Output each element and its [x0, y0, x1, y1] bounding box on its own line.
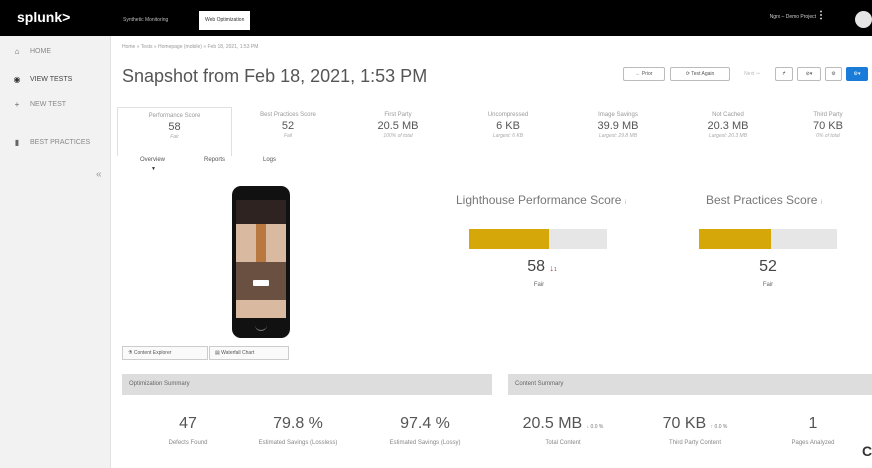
tab-web-optimization[interactable]: Web Optimization	[199, 11, 251, 30]
phone-screenshot[interactable]	[232, 186, 290, 338]
tab-reports[interactable]: Reports	[204, 157, 225, 163]
help-widget-icon[interactable]: C	[862, 443, 872, 459]
sidebar-collapse-icon[interactable]: «	[96, 169, 102, 180]
summary-total-content: 20.5 MB ↓ 0.0 % Total Content	[522, 415, 604, 446]
kebab-menu-icon[interactable]: ⋮	[816, 10, 826, 21]
metric-label: Image Savings	[598, 112, 638, 118]
metric-best-practices-score[interactable]: Best Practices Score 52 Fail	[234, 107, 342, 156]
splunk-logo[interactable]: splunk>	[17, 9, 70, 25]
best-practices-score-title: Best Practices Score i	[706, 193, 823, 207]
project-selector[interactable]: Ngrx – Demo Project	[770, 14, 816, 20]
metric-sub: 100% of total	[383, 133, 413, 139]
sidebar-item-new-test[interactable]: + NEW TEST	[12, 97, 66, 111]
book-icon: ▮	[14, 137, 20, 147]
settings-button[interactable]: ⚙	[825, 67, 842, 81]
plus-icon: +	[14, 99, 20, 109]
metric-value: 70 KB	[813, 120, 843, 132]
lighthouse-score-title: Lighthouse Performance Score i	[456, 193, 627, 207]
best-practices-score-bar	[699, 229, 837, 249]
waterfall-chart-button[interactable]: ▤ Waterfall Chart	[209, 346, 289, 360]
metric-label: Not Cached	[712, 112, 744, 118]
delta-up: ↑ 0.0 %	[710, 424, 728, 430]
metric-label: Third Party	[813, 112, 843, 118]
metric-sub: 0% of total	[816, 133, 840, 139]
avatar[interactable]	[855, 11, 872, 28]
metric-not-cached[interactable]: Not Cached 20.3 MB Largest: 20.3 MB	[674, 107, 782, 156]
share-button[interactable]: ↱	[775, 67, 793, 81]
sidebar-item-label: BEST PRACTICES	[30, 138, 91, 146]
compare-button[interactable]: ⊘▾	[797, 67, 821, 81]
metric-label: Uncompressed	[487, 112, 529, 118]
content-summary-header: Content Summary	[508, 374, 872, 395]
caret-down-icon: ▼	[151, 166, 156, 172]
metric-value: 20.5 MB	[377, 120, 419, 132]
metric-sub: Largest: 20.3 MB	[708, 133, 748, 139]
next-button[interactable]: Next ⇒	[734, 67, 770, 81]
metric-value: 6 KB	[496, 120, 520, 132]
summary-savings-lossless: 79.8 % Estimated Savings (Lossless)	[258, 415, 338, 446]
tab-logs[interactable]: Logs	[263, 157, 276, 163]
sidebar-item-label: NEW TEST	[30, 100, 67, 108]
metric-sub: Largest: 6 KB	[492, 133, 524, 139]
sidebar-item-label: HOME	[30, 47, 51, 55]
metric-third-party[interactable]: Third Party 70 KB 0% of total	[784, 107, 872, 156]
optimization-summary-header: Optimization Summary	[122, 374, 492, 395]
test-again-button[interactable]: ⟳ Test Again	[670, 67, 730, 81]
best-practices-score-value: 52	[759, 258, 777, 275]
lighthouse-score-value: 58 ↓1	[527, 258, 557, 275]
metric-value: 20.3 MB	[707, 120, 749, 132]
metric-value: 39.9 MB	[597, 120, 639, 132]
sidebar-item-label: VIEW TESTS	[30, 75, 73, 83]
summary-defects-found: 47 Defects Found	[168, 415, 208, 446]
breadcrumb[interactable]: Home » Tests » Homepage (mobile) » Feb 1…	[122, 44, 258, 50]
top-nav-bar: splunk> Synthetic Monitoring Web Optimiz…	[0, 0, 872, 36]
options-dropdown-button[interactable]: ⚙▾	[846, 67, 868, 81]
best-practices-score-rating: Fair	[762, 282, 774, 288]
lighthouse-score-bar	[469, 229, 607, 249]
phone-home-indicator	[255, 323, 267, 331]
sidebar: ⌂ HOME ◉ VIEW TESTS + NEW TEST ▮ BEST PR…	[0, 36, 111, 468]
summary-third-party-content: 70 KB ↑ 0.0 % Third Party Content	[662, 415, 728, 446]
metric-value: 52	[281, 120, 295, 132]
sidebar-item-view-tests[interactable]: ◉ VIEW TESTS	[12, 72, 73, 86]
metric-sub: Fail	[283, 133, 293, 139]
sidebar-item-home[interactable]: ⌂ HOME	[12, 44, 51, 58]
tab-synthetic-monitoring[interactable]: Synthetic Monitoring	[117, 11, 174, 30]
metric-performance-score[interactable]: Performance Score 58 Fair	[117, 107, 232, 156]
score-delta: 1	[553, 267, 557, 273]
search-icon: ◉	[13, 74, 21, 84]
prior-button[interactable]: ← Prior	[623, 67, 665, 81]
summary-savings-lossy: 97.4 % Estimated Savings (Lossy)	[389, 415, 461, 446]
metrics-tab-strip: Performance Score 58 Fair Best Practices…	[111, 107, 872, 156]
phone-screen	[236, 200, 286, 318]
metric-sub: Fair	[170, 134, 179, 140]
metric-label: First Party	[384, 112, 412, 118]
metric-label: Performance Score	[148, 113, 201, 119]
lighthouse-score-rating: Fair	[533, 282, 545, 288]
metric-uncompressed[interactable]: Uncompressed 6 KB Largest: 6 KB	[454, 107, 562, 156]
metric-first-party[interactable]: First Party 20.5 MB 100% of total	[344, 107, 452, 156]
delta-down: ↓ 0.0 %	[586, 424, 604, 430]
metric-image-savings[interactable]: Image Savings 39.9 MB Largest: 29.8 MB	[564, 107, 672, 156]
home-icon: ⌂	[14, 46, 20, 56]
metric-label: Best Practices Score	[260, 112, 316, 118]
content-explorer-button[interactable]: ⚗ Content Explorer	[122, 346, 208, 360]
info-icon[interactable]: i	[625, 200, 626, 206]
sidebar-item-best-practices[interactable]: ▮ BEST PRACTICES	[12, 135, 90, 149]
tab-overview[interactable]: Overview	[140, 157, 165, 163]
summary-pages-analyzed: 1 Pages Analyzed	[791, 415, 835, 446]
page-title: Snapshot from Feb 18, 2021, 1:53 PM	[122, 66, 428, 86]
metric-value: 58	[168, 121, 181, 133]
metric-sub: Largest: 29.8 MB	[598, 133, 638, 139]
info-icon[interactable]: i	[821, 200, 822, 206]
